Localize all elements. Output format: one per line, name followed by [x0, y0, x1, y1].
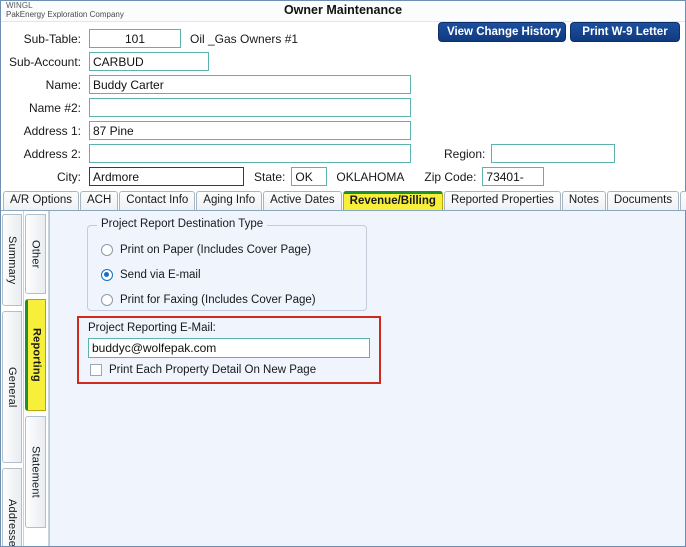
vertical-tab-column-outer: Summary General Addresses: [1, 211, 24, 546]
radio-print-on-paper-label: Print on Paper (Includes Cover Page): [120, 244, 312, 256]
reporting-panel: Project Report Destination Type Print on…: [49, 211, 685, 546]
sub-account-label: Sub-Account:: [8, 54, 81, 69]
radio-send-via-email-icon[interactable]: [101, 269, 113, 281]
radio-send-via-email-label: Send via E-mail: [120, 269, 201, 281]
radio-send-via-email[interactable]: Send via E-mail: [101, 266, 201, 284]
region-label: Region:: [444, 146, 486, 161]
city-label: City:: [57, 169, 81, 184]
name-label: Name:: [45, 77, 81, 92]
sub-table-input[interactable]: [89, 29, 181, 48]
tab-active-dates[interactable]: Active Dates: [263, 191, 342, 210]
project-reporting-email-input[interactable]: [88, 338, 370, 358]
sidebar-item-other[interactable]: Other: [25, 214, 46, 294]
name-input[interactable]: [89, 75, 411, 94]
print-each-property-detail-checkbox-row[interactable]: Print Each Property Detail On New Page: [90, 364, 316, 376]
sidebar-item-summary[interactable]: Summary: [2, 214, 22, 306]
tab-ar-options[interactable]: A/R Options: [3, 191, 79, 210]
radio-print-for-faxing-icon[interactable]: [101, 294, 113, 306]
address1-label: Address 1:: [23, 123, 81, 138]
body-area: Summary General Addresses Other Reportin…: [1, 211, 685, 546]
name2-label: Name #2:: [28, 100, 81, 115]
vertical-tab-column-inner: Other Reporting Statement: [24, 211, 49, 546]
sidebar-item-reporting-label: Reporting: [30, 328, 43, 382]
state-input[interactable]: [291, 167, 328, 186]
radio-print-on-paper-icon[interactable]: [101, 244, 113, 256]
sidebar-item-statement[interactable]: Statement: [25, 416, 46, 528]
main-tab-strip: A/R Options ACH Contact Info Aging Info …: [1, 190, 686, 211]
tab-reported-properties[interactable]: Reported Properties: [443, 191, 561, 210]
owner-maintenance-window: WINGL PakEnergy Exploration Company Owne…: [0, 0, 686, 547]
city-input[interactable]: [89, 167, 244, 186]
project-report-destination-group: Project Report Destination Type Print on…: [87, 218, 367, 311]
sub-account-input[interactable]: [89, 52, 209, 71]
owner-header-form: View Change History Print W-9 Letter Sub…: [1, 22, 685, 190]
row-address2: Address 2: Region:: [1, 143, 685, 164]
sidebar-item-general-label: General: [6, 366, 18, 408]
sidebar-item-general[interactable]: General: [2, 311, 22, 463]
sidebar-item-addresses-label: Addresses: [6, 498, 18, 546]
sidebar-item-summary-label: Summary: [6, 235, 18, 285]
tab-aging-info[interactable]: Aging Info: [196, 191, 263, 210]
address1-input[interactable]: [89, 121, 411, 140]
radio-print-on-paper[interactable]: Print on Paper (Includes Cover Page): [101, 241, 311, 259]
print-each-property-detail-label: Print Each Property Detail On New Page: [109, 364, 317, 376]
sidebar-item-statement-label: Statement: [29, 446, 42, 498]
project-report-destination-title: Project Report Destination Type: [97, 218, 268, 230]
title-bar: WINGL PakEnergy Exploration Company Owne…: [1, 1, 685, 22]
zip-code-label: Zip Code:: [424, 169, 477, 184]
address2-label: Address 2:: [23, 146, 81, 161]
tab-contact-info[interactable]: Contact Info: [119, 191, 196, 210]
sub-table-description: Oil _Gas Owners #1: [190, 31, 299, 46]
state-description: OKLAHOMA: [336, 169, 405, 184]
radio-print-for-faxing-label: Print for Faxing (Includes Cover Page): [120, 294, 316, 306]
sidebar-item-other-label: Other: [29, 239, 42, 269]
tab-ach[interactable]: ACH: [80, 191, 119, 210]
tab-warrants[interactable]: Warr: [680, 191, 686, 210]
state-label: State:: [254, 169, 286, 184]
row-sub-table: Sub-Table: Oil _Gas Owners #1: [1, 28, 685, 49]
row-city-state-zip: City: State: OKLAHOMA Zip Code:: [1, 166, 685, 187]
sidebar-item-addresses[interactable]: Addresses: [2, 468, 22, 546]
sub-table-label: Sub-Table:: [23, 31, 81, 46]
row-address1: Address 1:: [1, 120, 685, 141]
name2-input[interactable]: [89, 98, 411, 117]
region-input[interactable]: [491, 144, 616, 163]
tab-notes[interactable]: Notes: [561, 191, 606, 210]
tab-documents[interactable]: Documents: [606, 191, 680, 210]
sidebar-item-reporting[interactable]: Reporting: [25, 299, 46, 411]
tab-revenue-billing[interactable]: Revenue/Billing: [342, 191, 443, 210]
radio-print-for-faxing[interactable]: Print for Faxing (Includes Cover Page): [101, 291, 316, 309]
page-title: Owner Maintenance: [283, 3, 403, 17]
row-name2: Name #2:: [1, 97, 685, 118]
address2-input[interactable]: [89, 144, 411, 163]
row-name: Name:: [1, 74, 685, 95]
project-reporting-email-label: Project Reporting E-Mail:: [88, 322, 216, 334]
zip-code-input[interactable]: [482, 167, 545, 186]
row-sub-account: Sub-Account:: [1, 51, 685, 72]
print-each-property-detail-checkbox[interactable]: [90, 364, 102, 376]
